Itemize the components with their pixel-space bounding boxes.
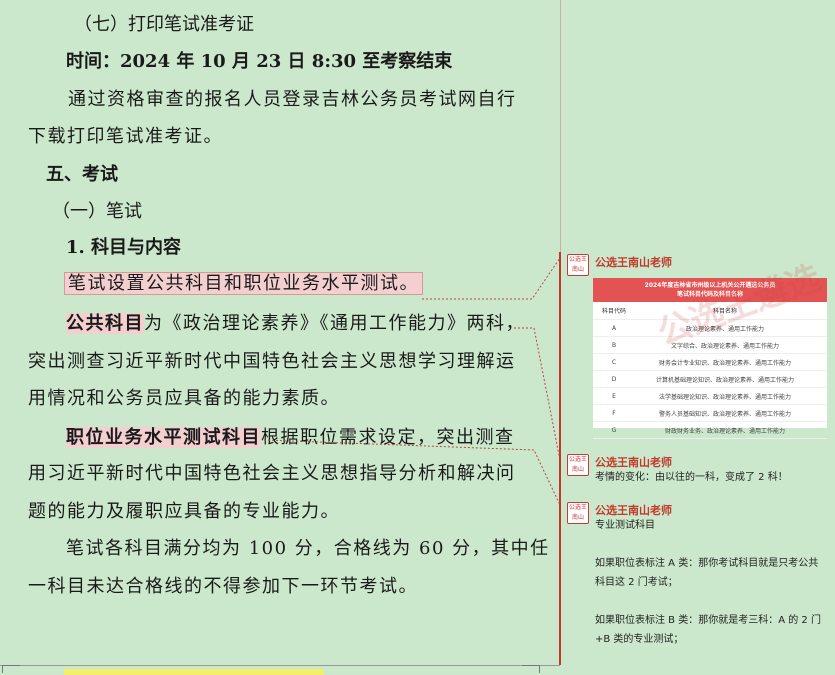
paragraph-line: 通过资格审查的报名人员登录吉林公务员考试网自行 [68,89,517,110]
paragraph-line: 用习近平新时代中国特色社会主义思想指导分析和解决问 [28,463,516,484]
table-cell: F [612,409,616,417]
comment-author: 公选王南山老师 [595,456,672,469]
table-cell: 法学基础理论知识、政治理论素养、通用工作能力 [658,393,791,401]
page-bottom [0,665,835,675]
table-row: F 警务人员基础知识、政治理论素养、通用工作能力 [593,405,827,422]
margin-bracket [2,665,20,673]
heading-exam: 五、考试 [46,164,118,185]
avatar: 公选王 南山 [567,502,589,524]
comment-author: 公选王南山老师 [595,256,672,269]
comment-text-line: 专业测试科目 [595,520,655,531]
highlight-public-subject[interactable]: 公共科目 [66,313,144,334]
comment-text-line: 如果职位表标注 A 类：那你考试科目就是只考公共 [595,558,819,569]
column-header: 科目代码 [601,308,626,315]
heading-print-admission: （七）打印笔试准考证 [74,14,254,35]
table-cell: G [611,426,617,434]
table-row: C 财务会计专业知识、政治理论素养、通用工作能力 [593,354,827,371]
paragraph-line: 用情况和公务员应具备的能力素质。 [28,388,340,409]
margin-bracket [522,665,540,673]
table-cell: 警务人员基础知识、政治理论素养、通用工作能力 [658,410,791,418]
paragraph-text: 根据职位需求设定，突出测查 [261,427,515,448]
table-row: D 计算机基础理论知识、政治理论素养、通用工作能力 [593,371,827,388]
table-cell: 计算机基础理论知识、政治理论素养、通用工作能力 [655,376,794,384]
paragraph-line: 笔试各科目满分均为 100 分，合格线为 60 分，其中任 [66,538,550,559]
paragraph-line: 突出测查习近平新时代中国特色社会主义思想学习理解运 [28,351,516,372]
document-page: （七）打印笔试准考证 时间：2024 年 10 月 23 日 8:30 至考察结… [0,0,560,675]
table-cell: 文字综合、政治理论素养、通用工作能力 [670,342,779,350]
table-cell: B [611,341,617,349]
table-cell: D [611,375,617,383]
comment-text-line: +B 类的专业测试； [595,634,684,645]
comment-text-line: 如果职位表标注 B 类：那你就是考三科：A 的 2 门 [595,615,821,626]
table-cell: E [612,392,616,400]
paragraph-line: 题的能力及履职应具备的专业能力。 [28,501,340,522]
table-row: B 文字综合、政治理论素养、通用工作能力 [593,337,827,354]
table-cell: 财务会计专业知识、政治理论素养、通用工作能力 [658,359,791,367]
comment-text-line: 科目这 2 门考试； [595,577,678,588]
comments-pane: 公选王 南山 公选王南山老师 2024年度吉林省市州级以上机关公开遴选公务员 笔… [561,0,835,675]
comment-text: 考情的变化：由以往的一科，变成了 2 科！ [595,472,788,483]
highlight-setup[interactable]: 笔试设置公共科目和职位业务水平测试。 [64,272,423,295]
table-cell: C [611,358,617,366]
avatar: 公选王 南山 [567,454,589,476]
heading-written-exam: （一）笔试 [52,201,142,222]
time-line: 时间：2024 年 10 月 23 日 8:30 至考察结束 [66,51,453,72]
table-cell: A [611,324,617,332]
page-edge [0,665,560,666]
comment-author: 公选王南山老师 [595,504,672,517]
comment-image-table: 2024年度吉林省市州级以上机关公开遴选公务员 笔试科目代码及科目名称 科目代码… [593,258,827,439]
paragraph-line: 一科目未达合格线的不得参加下一环节考试。 [28,576,418,597]
table-cell: 财政财务业务、政治理论素养、通用工作能力 [664,427,785,435]
paragraph-line: 职位业务水平测试科目根据职位需求设定，突出测查 [66,427,515,449]
table-row: G 财政财务业务、政治理论素养、通用工作能力 [593,422,827,439]
paragraph-text: 为《政治理论素养》《通用工作能力》两科， [144,313,525,334]
highlight-position-subject[interactable]: 职位业务水平测试科目 [66,427,261,448]
paragraph-line: 下载打印笔试准考证。 [28,126,223,147]
table-row: E 法学基础理论知识、政治理论素养、通用工作能力 [593,388,827,405]
paragraph-line: 公共科目为《政治理论素养》《通用工作能力》两科， [66,313,525,335]
highlight-strip [64,669,324,675]
avatar: 公选王 南山 [567,254,589,276]
commented-text-setup[interactable]: 笔试设置公共科目和职位业务水平测试。 [64,272,423,295]
heading-subjects: 1. 科目与内容 [66,237,182,258]
